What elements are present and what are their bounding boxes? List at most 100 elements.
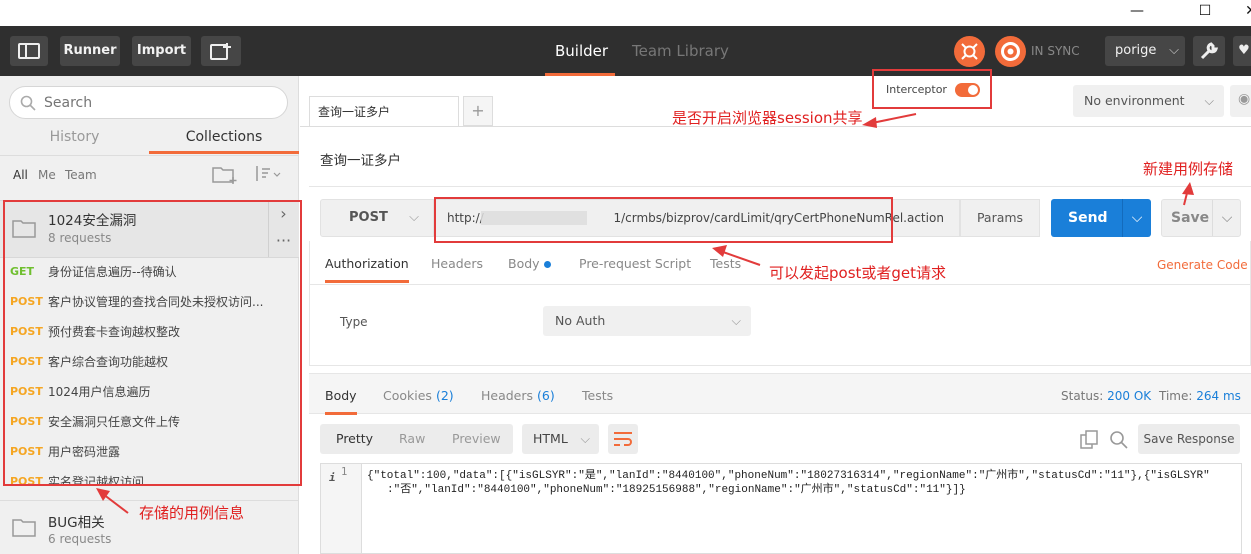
tab-builder[interactable]: Builder: [555, 26, 608, 76]
wrench-icon: [1200, 42, 1219, 60]
send-button[interactable]: Send ⌵: [1051, 199, 1151, 237]
annotation-stored: 存储的用例信息: [139, 504, 245, 522]
response-status: Status: 200 OK: [1061, 389, 1151, 403]
response-body[interactable]: i 1 {"total":100,"data":[{"isGLSYR":"是",…: [320, 463, 1242, 554]
tab-body[interactable]: Body: [508, 256, 551, 271]
filter-team[interactable]: Team: [65, 168, 97, 182]
view-pretty[interactable]: Pretty: [336, 424, 373, 454]
cookies-label: Cookies: [383, 388, 432, 403]
import-button[interactable]: Import: [132, 36, 191, 66]
divider: [309, 284, 1251, 285]
view-raw[interactable]: Raw: [399, 424, 425, 454]
sync-status: IN SYNC: [1031, 44, 1080, 58]
chevron-down-icon: ⌵: [1204, 93, 1214, 108]
request-name[interactable]: 查询一证多户: [320, 149, 401, 169]
send-label: Send: [1068, 210, 1108, 226]
folder-icon: [12, 519, 36, 537]
maximize-button[interactable]: ☐: [1182, 0, 1228, 26]
save-button[interactable]: Save ⌵: [1161, 199, 1241, 237]
satellite-icon: [961, 43, 978, 60]
interceptor-icon[interactable]: [954, 36, 985, 67]
sidebar-icon: [18, 43, 40, 59]
heart-button[interactable]: ♥: [1233, 36, 1251, 66]
minimize-button[interactable]: —: [1114, 0, 1160, 26]
info-icon: i: [329, 471, 336, 484]
environment-label: No environment: [1084, 93, 1185, 108]
annotation-box-interceptor: [872, 69, 992, 109]
divider: [309, 186, 1251, 187]
builder-panel: 查询一证多户 + Interceptor No environment ⌵ ◉ …: [300, 76, 1251, 554]
settings-wrench-button[interactable]: [1193, 36, 1225, 66]
annotation-save-case: 新建用例存储: [1143, 160, 1234, 178]
body-dot-indicator: [543, 261, 551, 268]
save-label: Save: [1171, 210, 1210, 226]
response-tab-body[interactable]: Body: [325, 388, 357, 415]
response-tab-tests[interactable]: Tests: [582, 388, 613, 403]
view-preview[interactable]: Preview: [452, 424, 501, 454]
request-tab-label: 查询一证多户: [318, 105, 391, 119]
user-name: porige: [1115, 43, 1157, 58]
auth-type-label: Type: [340, 315, 368, 329]
tab-authorization[interactable]: Authorization: [325, 256, 409, 283]
toggle-sidebar-button[interactable]: [10, 36, 48, 66]
params-button[interactable]: Params: [960, 199, 1040, 237]
new-collection-icon[interactable]: [212, 164, 238, 184]
save-response-button[interactable]: Save Response: [1138, 424, 1240, 454]
code-line-2: :"否","lanId":"8440100","phoneNum":"18925…: [387, 484, 966, 496]
generate-code-link[interactable]: Generate Code: [1157, 258, 1248, 272]
heart-icon: ♥: [1238, 43, 1250, 58]
tab-headers[interactable]: Headers: [431, 256, 483, 271]
environment-select[interactable]: No environment ⌵: [1073, 85, 1224, 117]
tab-request[interactable]: 查询一证多户: [309, 96, 459, 126]
search-icon[interactable]: [1109, 430, 1129, 450]
chevron-down-icon: ⌵: [580, 431, 590, 446]
close-button[interactable]: ✕: [1228, 0, 1251, 26]
response-time: Time: 264 ms: [1159, 389, 1241, 403]
runner-button[interactable]: Runner: [60, 36, 120, 66]
tab-history[interactable]: History: [0, 120, 149, 154]
copy-icon[interactable]: [1080, 430, 1100, 450]
search-icon: [20, 95, 36, 111]
window-titlebar: — ☐ ✕: [0, 0, 1251, 26]
annotation-box-url: [434, 197, 893, 243]
auth-type-select[interactable]: No Auth ⌵: [543, 306, 751, 336]
view-toggle-group: Pretty Raw Preview: [320, 424, 513, 454]
sync-ring-icon: [1001, 42, 1020, 61]
response-tab-headers[interactable]: Headers (6): [481, 388, 555, 403]
response-tab-cookies[interactable]: Cookies (2): [383, 388, 454, 403]
tab-collections[interactable]: Collections: [149, 120, 299, 154]
headers-label: Headers: [481, 388, 534, 403]
wrap-icon: [614, 432, 632, 446]
annotation-session: 是否开启浏览器session共享: [672, 109, 863, 127]
send-dropdown[interactable]: ⌵: [1122, 199, 1151, 237]
add-tab-button[interactable]: +: [463, 96, 493, 126]
save-dropdown[interactable]: ⌵: [1212, 200, 1241, 236]
tab-pre-request-script[interactable]: Pre-request Script: [579, 256, 691, 271]
method-select[interactable]: POST ⌵: [320, 199, 434, 237]
tab-tests[interactable]: Tests: [710, 256, 741, 271]
filter-me[interactable]: Me: [38, 168, 56, 182]
status-value: 200 OK: [1107, 389, 1152, 403]
time-label: Time:: [1159, 389, 1193, 403]
sync-icon[interactable]: [995, 36, 1026, 67]
search-input[interactable]: [44, 93, 274, 113]
filter-all[interactable]: All: [13, 168, 28, 182]
user-dropdown[interactable]: porige ⌵: [1105, 36, 1185, 66]
sort-icon[interactable]: [252, 165, 282, 183]
collection-name: BUG相关: [48, 515, 105, 531]
annotation-box-collection: [3, 200, 302, 486]
chevron-down-icon: ⌵: [1169, 43, 1179, 58]
annotation-post-get: 可以发起post或者get请求: [769, 264, 947, 282]
wrap-lines-button[interactable]: [608, 424, 638, 454]
environment-quick-look-button[interactable]: ◉: [1230, 85, 1251, 117]
eye-icon: ◉: [1238, 91, 1251, 107]
search-box[interactable]: [9, 86, 288, 119]
headers-count: (6): [537, 388, 555, 403]
line-number: 1: [341, 466, 348, 478]
status-label: Status:: [1061, 389, 1104, 403]
time-value: 264 ms: [1196, 389, 1241, 403]
format-select[interactable]: HTML ⌵: [522, 424, 599, 454]
new-tab-button[interactable]: [201, 36, 241, 66]
main-toolbar: Runner Import Builder Team Library IN SY…: [0, 26, 1251, 76]
tab-team-library[interactable]: Team Library: [632, 26, 729, 76]
